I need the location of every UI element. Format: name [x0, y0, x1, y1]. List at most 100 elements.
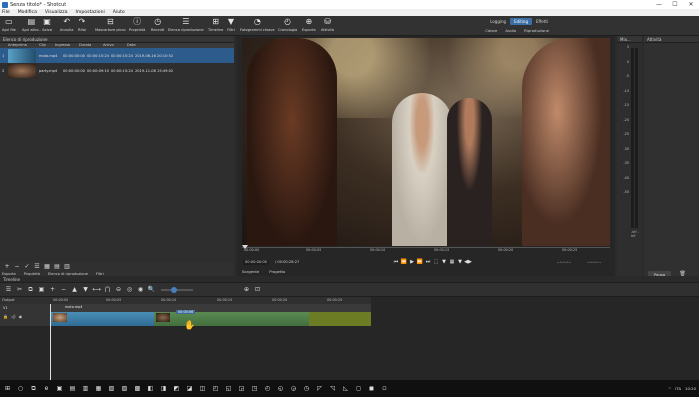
- taskbar-app-icon[interactable]: ▥: [80, 383, 91, 394]
- properties-button[interactable]: ⓘ Proprietà: [129, 17, 145, 35]
- taskbar-app-icon[interactable]: ◨: [158, 383, 169, 394]
- timeline-playhead[interactable]: [50, 304, 51, 380]
- mute-icon[interactable]: ◁): [11, 314, 16, 319]
- col-date[interactable]: Data: [127, 43, 157, 48]
- playlist-button[interactable]: ☰ Elenco riproduzione: [168, 17, 204, 35]
- close-button[interactable]: ✕: [683, 0, 699, 9]
- jobs-button[interactable]: ⛁ Attività: [321, 17, 334, 35]
- overwrite-icon[interactable]: ▼: [80, 286, 91, 293]
- menu-settings[interactable]: Impostazioni: [76, 10, 105, 15]
- grid-icon[interactable]: ▦: [448, 259, 456, 265]
- taskbar-app-icon[interactable]: ◽: [379, 383, 390, 394]
- zoom-slider[interactable]: [161, 286, 193, 293]
- layout-color[interactable]: Colore: [485, 28, 497, 33]
- fast-forward-icon[interactable]: ⏩: [416, 259, 424, 265]
- tray-expand-icon[interactable]: ^: [668, 386, 671, 391]
- taskbar-app-icon[interactable]: ▤: [67, 383, 78, 394]
- rewind-icon[interactable]: ⏪: [400, 259, 408, 265]
- remove-button[interactable]: −: [12, 263, 22, 270]
- taskbar-app-icon[interactable]: ◳: [249, 383, 260, 394]
- timeline-clip[interactable]: [309, 312, 371, 326]
- add-button[interactable]: +: [2, 263, 12, 270]
- timecode-field[interactable]: 00:00:00:00: [243, 260, 269, 265]
- details-view-button[interactable]: ▤: [52, 263, 62, 270]
- language-indicator[interactable]: ITA: [675, 386, 681, 391]
- taskbar-app-icon[interactable]: ◸: [314, 383, 325, 394]
- col-clip[interactable]: Clip: [39, 43, 55, 48]
- taskbar-app-icon[interactable]: ◲: [236, 383, 247, 394]
- menu-view[interactable]: Visualizza: [45, 10, 68, 15]
- tiles-view-button[interactable]: ▦: [42, 263, 52, 270]
- clock[interactable]: 10:20: [685, 386, 696, 391]
- export-button[interactable]: ⊕ Esporta: [302, 17, 316, 35]
- zoom-in-icon[interactable]: ⊕: [241, 286, 252, 293]
- zoom-fit-icon[interactable]: ⊡: [252, 286, 263, 293]
- taskbar-app-icon[interactable]: ▦: [93, 383, 104, 394]
- minimize-button[interactable]: —: [651, 0, 667, 9]
- timeline-clip[interactable]: [154, 312, 309, 326]
- layout-effects[interactable]: Effetti: [532, 18, 552, 25]
- lock-icon[interactable]: 🔒: [3, 314, 8, 319]
- zoom-out-icon[interactable]: 🔍: [146, 286, 157, 293]
- split-icon[interactable]: ⟷: [91, 286, 102, 293]
- timeline-clip[interactable]: moto.mp4: [51, 305, 154, 326]
- open-other-button[interactable]: ▤ Apri altro..: [22, 17, 41, 35]
- menu-file[interactable]: File: [2, 10, 10, 15]
- recent-button[interactable]: ◷ Recenti: [151, 17, 164, 35]
- skip-next-icon[interactable]: ⏭: [424, 259, 432, 265]
- copy-icon[interactable]: ⧉: [25, 286, 36, 294]
- taskbar-app-icon[interactable]: ◻: [353, 383, 364, 394]
- layout-audio[interactable]: Audio: [505, 28, 516, 33]
- eye-icon[interactable]: ◉: [19, 314, 23, 319]
- ripple-icon[interactable]: ◎: [124, 286, 135, 293]
- taskbar-app-icon[interactable]: ▨: [119, 383, 130, 394]
- zoom-dropdown-icon[interactable]: ▼: [440, 259, 448, 265]
- taskbar-app-icon[interactable]: ◺: [340, 383, 351, 394]
- video-track-v1[interactable]: moto.mp4: [51, 304, 371, 326]
- taskbar-app-icon[interactable]: ◪: [184, 383, 195, 394]
- taskbar-app-icon[interactable]: ▧: [106, 383, 117, 394]
- taskbar-app-icon[interactable]: ◰: [210, 383, 221, 394]
- video-frame[interactable]: [242, 38, 610, 246]
- save-button[interactable]: ▣ Salva: [42, 17, 52, 35]
- remove-icon[interactable]: −: [58, 286, 69, 293]
- col-thumbnail[interactable]: Anteprima: [8, 43, 39, 48]
- icons-view-button[interactable]: ▥: [62, 263, 72, 270]
- timeline-menu-icon[interactable]: ☰: [3, 286, 14, 293]
- menu-help[interactable]: Aiuto: [113, 10, 125, 15]
- skip-previous-icon[interactable]: ⏮: [392, 259, 400, 265]
- menu-edit[interactable]: Modifica: [18, 10, 37, 15]
- cut-icon[interactable]: ✂: [14, 286, 25, 293]
- taskbar-app-icon[interactable]: ◶: [288, 383, 299, 394]
- open-file-button[interactable]: ▭ Apri file: [2, 17, 16, 35]
- layout-editing[interactable]: Editing: [510, 18, 532, 25]
- taskbar-app-icon[interactable]: ◹: [327, 383, 338, 394]
- taskbar-app-icon[interactable]: ◴: [262, 383, 273, 394]
- redo-button[interactable]: ↷ Rifai: [77, 17, 87, 35]
- snap-icon[interactable]: ⋂: [102, 286, 113, 293]
- append-icon[interactable]: +: [47, 286, 58, 293]
- timeline-button[interactable]: ⊞ Timeline: [208, 17, 223, 35]
- col-out[interactable]: Arrivo: [103, 43, 127, 48]
- track-header-v1[interactable]: V1 🔒 ◁) ◉: [0, 304, 51, 326]
- grid-dropdown-icon[interactable]: ▼: [456, 259, 464, 265]
- playlist-row[interactable]: 1 moto.mp4 00:00:00:00 00:00:15:24 00:00…: [0, 48, 234, 63]
- filters-button[interactable]: ▼ Filtri: [226, 17, 236, 35]
- layout-playback[interactable]: Riproduzione: [524, 28, 549, 33]
- lift-icon[interactable]: ▲: [69, 286, 80, 293]
- taskbar-app-icon[interactable]: ◫: [197, 383, 208, 394]
- volume-icon[interactable]: ⬚: [432, 259, 440, 265]
- viewer-ruler[interactable]: 00:00:00 00:00:05 00:00:10 00:00:15 00:0…: [242, 245, 610, 257]
- peak-meter-button[interactable]: ⊟ Mascartore picco: [95, 17, 126, 35]
- history-button[interactable]: ◴ Cronologia: [278, 17, 297, 35]
- in-out-icon[interactable]: ◀▶: [464, 259, 472, 265]
- menu-button[interactable]: ☰: [32, 263, 42, 270]
- play-icon[interactable]: ▶: [408, 259, 416, 265]
- taskbar-app-icon[interactable]: ◵: [275, 383, 286, 394]
- taskbar-app-icon[interactable]: ◩: [171, 383, 182, 394]
- playlist-row[interactable]: 2 party.mp4 00:00:00:00 00:00:09:10 00:0…: [0, 63, 234, 78]
- taskbar-app-icon[interactable]: e: [41, 383, 52, 394]
- col-duration[interactable]: Durata: [79, 43, 103, 48]
- keyframes-button[interactable]: ◔ Fotogrammi chiave: [240, 17, 275, 35]
- undo-button[interactable]: ↶ Annulla: [60, 17, 74, 35]
